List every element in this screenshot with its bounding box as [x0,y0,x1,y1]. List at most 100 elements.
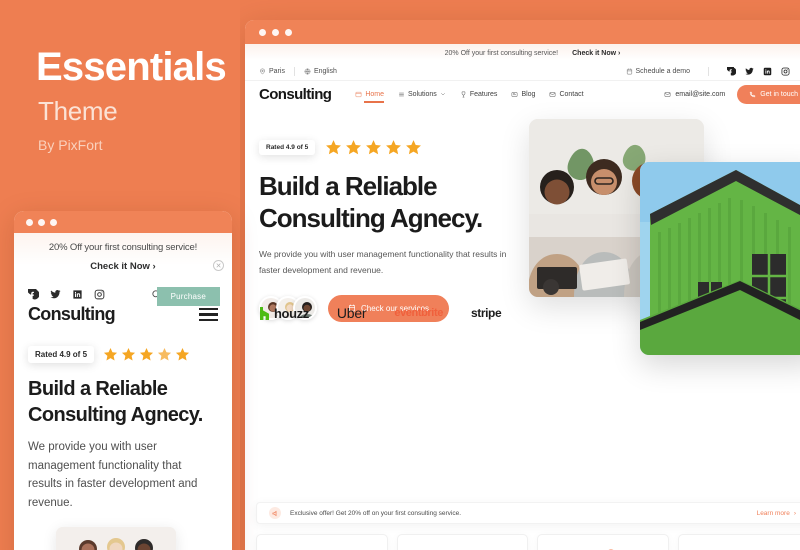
green-building-photo [640,162,800,355]
learn-more-label: Learn more [756,509,790,517]
email-label: email@site.com [675,90,726,98]
star-icon [386,140,402,155]
location-selector[interactable]: Paris [259,68,285,75]
mobile-social-row: Purchase [14,279,232,306]
mobile-page-body: 20% Off your first consulting service! C… [14,233,232,550]
language-label: English [313,68,337,75]
feature-card[interactable]: 1 [537,534,669,550]
nav-item-features[interactable]: Features [460,90,498,98]
mobile-headline: Build a Reliable Consulting Agnecy. [28,378,203,426]
calendar-icon [626,68,632,75]
mobile-logo[interactable]: Consulting [28,304,116,325]
brand-uber: Uber [336,305,367,321]
desktop-logo[interactable]: Consulting [259,86,332,103]
feature-card[interactable] [677,534,800,550]
email-link[interactable]: email@site.com [664,91,725,98]
hamburger-icon[interactable] [199,307,218,322]
desktop-hero-section: Rated 4.9 of 5 Build a Reliable Consulti… [245,107,800,417]
chevron-down-icon [440,93,445,96]
brand-logos-row: houzz Uber eventbrite stripe [259,305,502,321]
brand-houzz-label: houzz [274,305,309,321]
star-icon [366,140,382,155]
nav-item-contact-label: Contact [559,90,584,98]
twitter-icon[interactable] [50,289,61,300]
desktop-promo-banner: 20% Off your first consulting service! C… [245,44,800,63]
mobile-star-rating [103,347,190,362]
desktop-utility-bar: Paris English Schedule a demo [245,63,800,81]
star-icon [103,347,118,361]
get-in-touch-button[interactable]: Get in touch [737,84,800,104]
instagram-icon[interactable] [781,67,790,76]
hero-content: Rated 4.9 of 5 Build a Reliable Consulti… [259,139,529,322]
window-dot-maximize[interactable] [285,28,292,36]
twitter-icon[interactable] [745,67,754,76]
mobile-banner-text: 20% Off your first consulting service! [48,242,198,253]
desktop-navbar: Consulting Home Solutions Features Blog … [245,81,800,107]
nav-item-blog-label: Blog [521,90,536,98]
nav-item-contact[interactable]: Contact [549,90,584,98]
get-in-touch-label: Get in touch [760,90,798,98]
desktop-banner-cta[interactable]: Check it Now › [572,50,620,57]
mobile-window-titlebar [14,211,232,233]
mobile-purchase-button[interactable]: Purchase [156,287,220,306]
nav-item-solutions[interactable]: Solutions [398,91,446,98]
nav-item-features-label: Features [469,90,498,98]
hero-subtext: We provide you with user management func… [259,249,507,276]
schedule-demo-link[interactable]: Schedule a demo [626,68,690,75]
star-icon [175,347,190,361]
utility-bar-right: Schedule a demo [626,67,800,76]
window-dot-minimize[interactable] [272,28,279,36]
feature-card[interactable] [396,534,528,550]
nav-item-home[interactable]: Home [355,90,385,103]
star-icon [139,347,154,361]
mobile-rating-row: Rated 4.9 of 5 [14,325,232,363]
facebook-icon[interactable] [28,289,39,300]
instagram-icon[interactable] [94,289,105,300]
exclusive-offer-bar: Exclusive offer! Get 20% off on your fir… [256,502,800,524]
divider [708,67,709,76]
hero-headline: Build a Reliable Consulting Agnecy. [259,171,483,234]
linkedin-icon[interactable] [72,289,83,300]
location-label: Paris [269,68,285,75]
chevron-right-icon: › [793,509,796,517]
divider [293,67,295,76]
star-icon [326,140,342,155]
star-icon [346,140,362,155]
window-icon [355,91,362,97]
linkedin-icon[interactable] [763,67,772,76]
hero-star-rating [325,139,422,156]
phone-icon [750,91,756,97]
learn-more-link[interactable]: Learn more › [757,510,796,517]
mobile-banner-cta[interactable]: Check it Now › [28,261,218,272]
facebook-icon[interactable] [727,67,736,76]
desktop-nav-menu: Home Solutions Features Blog Contact [355,90,584,103]
nav-item-home-label: Home [365,90,385,98]
globe-icon [304,68,311,75]
trophy-icon [461,91,465,97]
star-icon [121,347,136,361]
language-selector[interactable]: English [304,68,337,75]
mobile-mockup: 20% Off your first consulting service! C… [14,211,232,550]
megaphone-glyph [272,510,276,516]
nav-item-blog[interactable]: Blog [511,91,535,98]
window-dot-close[interactable] [26,218,33,226]
window-dot-minimize[interactable] [38,218,45,226]
mobile-hero-photo [56,526,176,550]
news-icon [512,91,518,97]
feature-card[interactable] [256,534,388,550]
window-dot-close[interactable] [259,28,266,36]
schedule-demo-label: Schedule a demo [635,68,690,75]
brand-houzz: houzz [259,306,309,321]
hero-image-building [640,162,800,355]
brand-eventbrite: eventbrite [394,307,443,319]
nav-item-solutions-label: Solutions [408,90,437,98]
envelope-icon [665,91,671,97]
team-photo-illustration [56,526,176,550]
feature-cards-row: 1 [256,534,800,550]
exclusive-offer-text: Exclusive offer! Get 20% off on your fir… [290,509,462,517]
desktop-mockup: 20% Off your first consulting service! C… [245,20,800,550]
pin-icon [260,68,265,75]
close-circle-icon[interactable]: ✕ [213,260,224,271]
mobile-rating-badge: Rated 4.9 of 5 [28,346,95,363]
window-dot-maximize[interactable] [50,218,57,226]
